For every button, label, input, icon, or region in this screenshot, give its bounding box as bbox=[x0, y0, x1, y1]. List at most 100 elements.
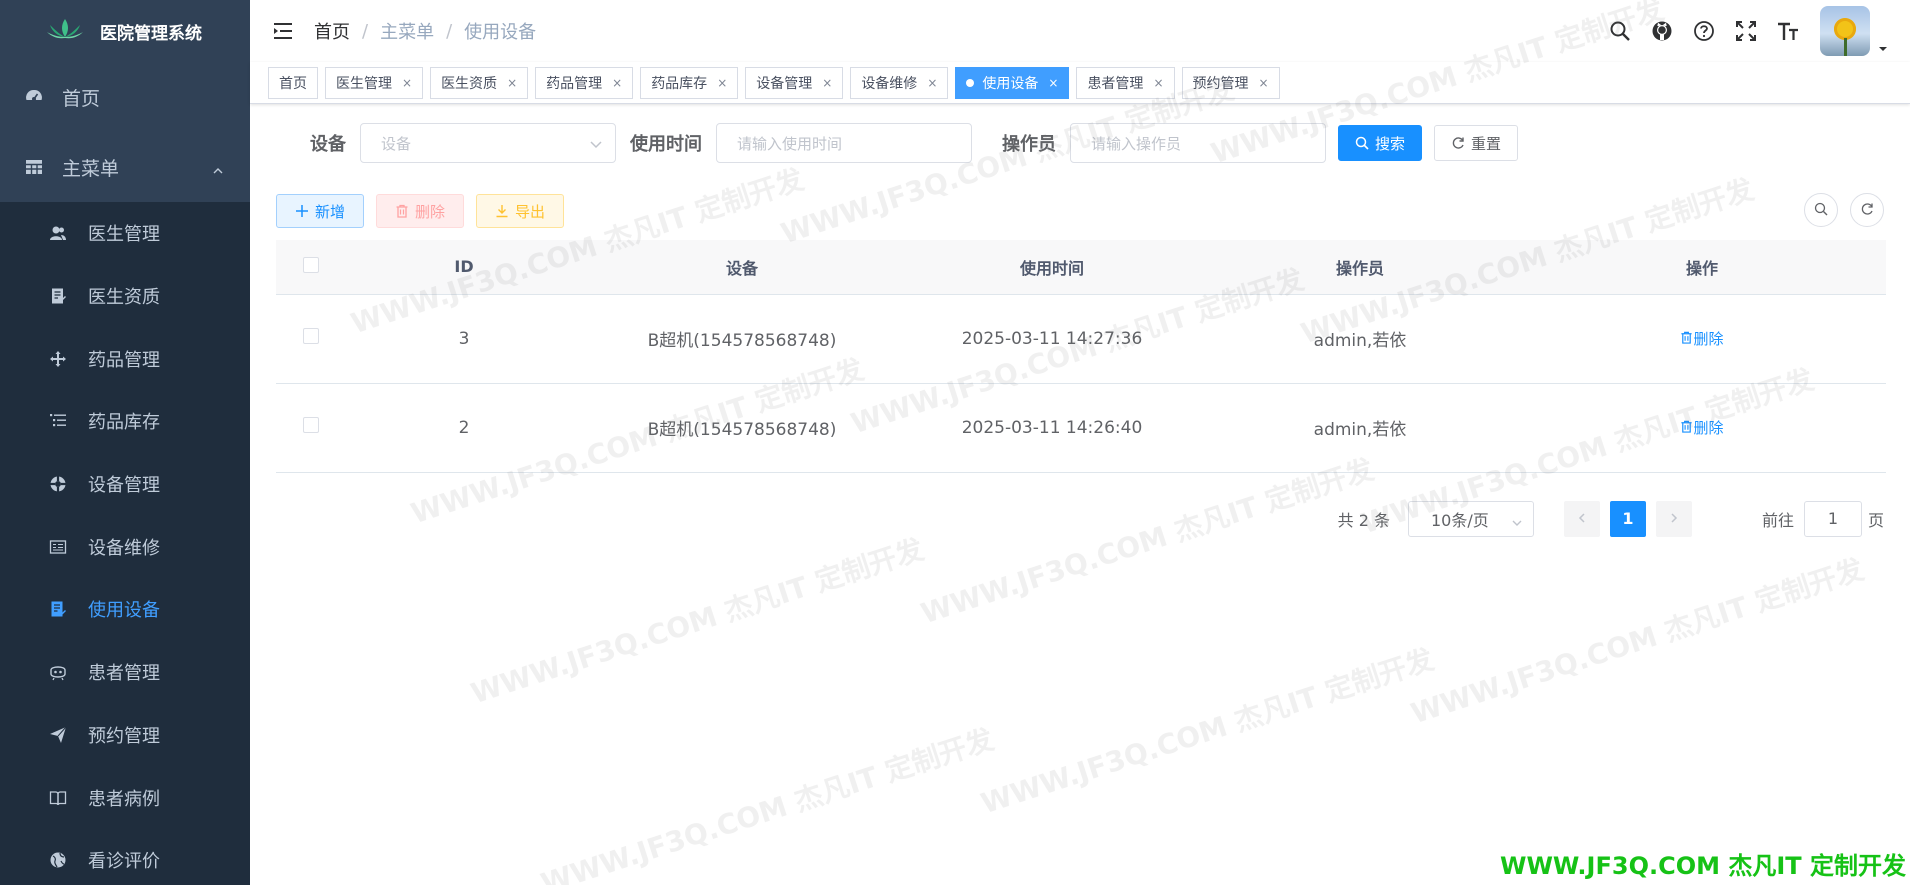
help-question-icon[interactable] bbox=[1692, 19, 1716, 43]
export-button[interactable]: 导出 bbox=[476, 194, 565, 228]
next-page-button[interactable] bbox=[1655, 500, 1692, 537]
select-all-checkbox[interactable] bbox=[303, 256, 319, 273]
tag-drug[interactable]: 药品管理 × bbox=[535, 66, 634, 99]
navbar-tools bbox=[1590, 6, 1888, 56]
font-size-icon[interactable] bbox=[1776, 19, 1800, 43]
close-icon[interactable]: × bbox=[927, 76, 937, 90]
sidebar-item-drug-stock[interactable]: 药品库存 bbox=[0, 390, 250, 453]
sidebar-item-appointment[interactable]: 预约管理 bbox=[0, 704, 250, 767]
delete-button[interactable]: 删除 bbox=[376, 194, 465, 228]
row-checkbox[interactable] bbox=[303, 417, 319, 433]
close-icon[interactable]: × bbox=[507, 76, 517, 90]
tag-doctor-qualification[interactable]: 医生资质 × bbox=[430, 66, 529, 99]
sidebar-submenu-main[interactable]: 主菜单 bbox=[0, 132, 250, 202]
close-icon[interactable]: × bbox=[717, 76, 727, 90]
toggle-search-button[interactable] bbox=[1804, 193, 1838, 227]
sidebar-item-label: 设备维修 bbox=[88, 537, 160, 559]
time-input-placeholder: 请输入使用时间 bbox=[737, 134, 843, 153]
sidebar-item-patient[interactable]: 患者管理 bbox=[0, 641, 250, 704]
sidebar-item-equipment-usage[interactable]: 使用设备 bbox=[0, 578, 250, 641]
row-select-cell bbox=[276, 383, 346, 473]
breadcrumb-home[interactable]: 首页 bbox=[314, 18, 350, 44]
sidebar-item-home[interactable]: 首页 bbox=[0, 62, 250, 132]
page-jumper: 前往 1 页 bbox=[1762, 500, 1884, 537]
sidebar-item-review[interactable]: 看诊评价 bbox=[0, 829, 250, 885]
header-operator: 操作员 bbox=[1202, 240, 1518, 295]
sidebar-item-medical-record[interactable]: 患者病例 bbox=[0, 766, 250, 829]
sidebar-item-equipment-repair[interactable]: 设备维修 bbox=[0, 515, 250, 578]
pagination-total: 共 2 条 bbox=[1337, 510, 1390, 530]
chevron-down-icon bbox=[1511, 514, 1523, 526]
download-icon bbox=[495, 204, 509, 218]
close-icon[interactable]: × bbox=[612, 76, 622, 90]
search-icon bbox=[1814, 201, 1828, 220]
patient-mask-icon bbox=[48, 662, 68, 682]
page-size-value: 10条/页 bbox=[1430, 510, 1489, 530]
close-icon[interactable]: × bbox=[1153, 76, 1163, 90]
tag-label: 设备维修 bbox=[861, 75, 918, 92]
tag-drug-stock[interactable]: 药品库存 × bbox=[640, 66, 739, 99]
row-checkbox[interactable] bbox=[303, 328, 319, 344]
github-icon[interactable] bbox=[1650, 19, 1674, 43]
sidebar-item-label: 首页 bbox=[62, 87, 101, 110]
breadcrumb-separator: / bbox=[446, 20, 453, 42]
tag-home[interactable]: 首页 bbox=[268, 66, 318, 99]
reset-button-label: 重置 bbox=[1471, 134, 1502, 153]
tag-doctor[interactable]: 医生管理 × bbox=[325, 66, 424, 99]
caret-down-icon[interactable] bbox=[1878, 39, 1888, 51]
sidebar-item-drug[interactable]: 药品管理 bbox=[0, 327, 250, 390]
row-delete-link[interactable]: 删除 bbox=[1680, 328, 1724, 349]
reset-button[interactable]: 重置 bbox=[1434, 125, 1519, 161]
tag-equipment-repair[interactable]: 设备维修 × bbox=[850, 66, 949, 99]
cell-time: 2025-03-11 14:27:36 bbox=[902, 294, 1202, 384]
table-row: 3 B超机(154578568748) 2025-03-11 14:27:36 … bbox=[276, 294, 1886, 384]
search-icon[interactable] bbox=[1608, 19, 1632, 43]
page-content: 设备 设备 使用时间 请输入使用时间 操作员 请输入操作员 搜索 重置 新增 删… bbox=[250, 104, 1910, 537]
search-button-label: 搜索 bbox=[1375, 134, 1406, 153]
device-select[interactable]: 设备 bbox=[360, 123, 616, 163]
tag-label: 预约管理 bbox=[1192, 75, 1249, 92]
trash-icon bbox=[1680, 419, 1693, 437]
fullscreen-icon[interactable] bbox=[1734, 19, 1758, 43]
chevron-left-icon bbox=[1576, 509, 1588, 528]
tag-patient[interactable]: 患者管理 × bbox=[1076, 66, 1175, 99]
close-icon[interactable]: × bbox=[822, 76, 832, 90]
refresh-table-button[interactable] bbox=[1850, 193, 1884, 227]
operator-input-placeholder: 请输入操作员 bbox=[1091, 134, 1182, 153]
sidebar-item-doctor-qualification[interactable]: 医生资质 bbox=[0, 265, 250, 328]
prev-page-button[interactable] bbox=[1563, 500, 1600, 537]
table-grid-icon bbox=[24, 157, 44, 177]
add-button[interactable]: 新增 bbox=[276, 194, 365, 228]
cell-id: 3 bbox=[346, 294, 582, 384]
export-button-label: 导出 bbox=[515, 202, 546, 221]
operator-input[interactable]: 请输入操作员 bbox=[1070, 123, 1326, 163]
breadcrumb-parent: 主菜单 bbox=[380, 22, 435, 43]
user-avatar[interactable] bbox=[1820, 6, 1870, 56]
row-delete-link[interactable]: 删除 bbox=[1680, 417, 1724, 438]
cell-id: 2 bbox=[346, 383, 582, 473]
time-input[interactable]: 请输入使用时间 bbox=[716, 123, 972, 163]
search-button[interactable]: 搜索 bbox=[1338, 125, 1423, 161]
close-icon[interactable]: × bbox=[1048, 76, 1058, 90]
page-number-button[interactable]: 1 bbox=[1609, 500, 1646, 537]
tags-view: 首页 医生管理 × 医生资质 × 药品管理 × 药品库存 × 设备管理 × 设备维修 × 使… bbox=[250, 62, 1910, 104]
close-icon[interactable]: × bbox=[1259, 76, 1269, 90]
operator-label: 操作员 bbox=[1002, 134, 1056, 155]
paper-plane-icon bbox=[48, 725, 68, 745]
tag-equipment-usage[interactable]: 使用设备 × bbox=[955, 66, 1070, 99]
header-id: ID bbox=[346, 240, 582, 295]
tag-label: 医生管理 bbox=[336, 75, 392, 92]
close-icon[interactable]: × bbox=[402, 76, 412, 90]
breadcrumb-current: 使用设备 bbox=[464, 22, 537, 43]
goto-suffix: 页 bbox=[1867, 510, 1884, 530]
page-size-select[interactable]: 10条/页 bbox=[1407, 500, 1534, 537]
sidebar: 医院管理系统 首页 主菜单 医生管理 医生资质 药品管理 药品库存 设备管理 设… bbox=[0, 0, 250, 885]
sidebar-item-equipment[interactable]: 设备管理 bbox=[0, 453, 250, 516]
sidebar-logo[interactable]: 医院管理系统 bbox=[0, 0, 250, 62]
hamburger-menu-icon[interactable] bbox=[272, 20, 294, 42]
sidebar-item-doctor[interactable]: 医生管理 bbox=[0, 202, 250, 265]
goto-page-input[interactable]: 1 bbox=[1803, 500, 1862, 537]
tag-equipment[interactable]: 设备管理 × bbox=[745, 66, 844, 99]
tag-appointment[interactable]: 预约管理 × bbox=[1181, 66, 1280, 99]
sidebar-item-label: 患者管理 bbox=[88, 663, 160, 685]
